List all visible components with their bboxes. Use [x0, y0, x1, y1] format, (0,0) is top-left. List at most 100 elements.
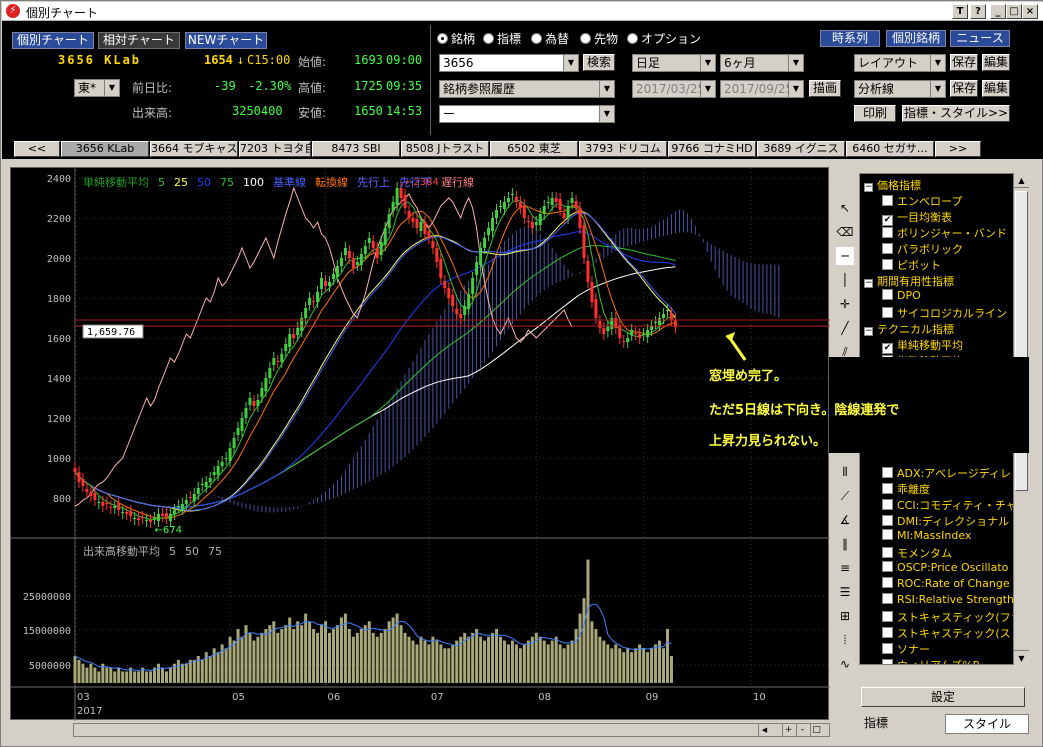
- to-date[interactable]: 2017/09/25 ▼: [720, 80, 804, 98]
- code-input[interactable]: 3656 ▼: [439, 54, 579, 72]
- zoom-out-icon[interactable]: -: [796, 724, 808, 736]
- three-line-tool-icon[interactable]: ≡: [836, 559, 854, 577]
- layout-save-button[interactable]: 保存: [950, 54, 978, 71]
- checkbox-icon[interactable]: [882, 195, 893, 206]
- pointer-icon[interactable]: ↖: [836, 199, 854, 217]
- new-chart-button[interactable]: NEWチャート: [185, 32, 267, 49]
- stock-tab[interactable]: 3689 イグニス: [757, 141, 845, 157]
- checkbox-icon[interactable]: [882, 499, 893, 510]
- tree-group[interactable]: − テクニカル指標: [864, 321, 954, 337]
- stock-tab[interactable]: 6460 セガサ…: [846, 141, 934, 157]
- four-line-tool-icon[interactable]: ☰: [836, 583, 854, 601]
- close-button[interactable]: ×: [1022, 4, 1038, 19]
- checkbox-icon[interactable]: [882, 547, 893, 558]
- tree-item[interactable]: 乖離度: [882, 481, 930, 497]
- indicator-style-button[interactable]: 指標・スタイル>>: [902, 105, 1010, 122]
- checkbox-icon[interactable]: [882, 259, 893, 270]
- stock-tab[interactable]: 3664 モブキャス: [150, 141, 238, 157]
- chart-area[interactable]: 2400 2200 2000 1800 1600 1400 1200 1000 800 25000…: [10, 167, 830, 721]
- vline-tool-icon[interactable]: │: [836, 271, 854, 289]
- tabs-next-button[interactable]: >>: [935, 141, 981, 157]
- layout-edit-button[interactable]: 編集: [982, 54, 1010, 71]
- tree-item[interactable]: ソナー: [882, 641, 930, 657]
- tree-item[interactable]: OSCP:Price Oscillato: [882, 561, 1008, 574]
- history-select[interactable]: 銘柄参照履歴 ▼: [439, 80, 615, 98]
- draw-button[interactable]: 描画: [809, 80, 841, 97]
- parallel-tool-icon[interactable]: ∥: [836, 535, 854, 553]
- hline-tool-icon[interactable]: ─: [836, 247, 854, 265]
- tab-indicator[interactable]: 指標: [861, 714, 891, 734]
- wave-tool-icon[interactable]: ∿: [836, 655, 854, 673]
- tree-item[interactable]: DPO: [882, 289, 921, 302]
- fibonacci-tool-icon[interactable]: ⦀: [836, 463, 854, 481]
- tree-item[interactable]: モメンタム: [882, 545, 952, 561]
- tree-group[interactable]: − 価格指標: [864, 177, 921, 193]
- checkbox-icon[interactable]: [882, 289, 893, 300]
- tree-item[interactable]: ストキャスティック(ファ: [882, 609, 1022, 625]
- checkbox-icon[interactable]: [882, 659, 893, 664]
- tree-item[interactable]: CCI:コモディティ・チャ: [882, 497, 1017, 513]
- eraser-icon[interactable]: ⌫: [836, 223, 854, 241]
- scroll-left-icon[interactable]: ◀: [758, 724, 770, 736]
- checkbox-icon[interactable]: [882, 561, 893, 572]
- chart-hscrollbar[interactable]: ◀ + - □: [73, 723, 830, 737]
- relative-chart-button[interactable]: 相対チャート: [98, 32, 180, 49]
- radio-4[interactable]: オプション: [627, 30, 701, 47]
- range-select[interactable]: 6ヶ月 ▼: [720, 54, 804, 72]
- single-chart-button[interactable]: 個別チャート: [12, 32, 94, 49]
- from-date[interactable]: 2017/03/25 ▼: [632, 80, 716, 98]
- price-chart[interactable]: 2400 2200 2000 1800 1600 1400 1200 1000 800 25000…: [11, 168, 830, 721]
- cross-tool-icon[interactable]: ✛: [836, 295, 854, 313]
- grid-tool-icon[interactable]: ⊞: [836, 607, 854, 625]
- tree-item[interactable]: ウィリアムズ%R: [882, 657, 980, 664]
- tree-item[interactable]: ピボット: [882, 257, 941, 273]
- tree-item[interactable]: ADX:アベレージディレ: [882, 465, 1011, 481]
- stock-tab[interactable]: 3793 ドリコム: [579, 141, 667, 157]
- analysis-edit-button[interactable]: 編集: [982, 80, 1010, 97]
- tree-group[interactable]: − 期間有用性指標: [864, 273, 954, 289]
- collapse-icon[interactable]: −: [864, 327, 873, 336]
- minimize-button[interactable]: _: [990, 4, 1006, 19]
- radio-0[interactable]: 銘柄: [437, 30, 475, 47]
- checkbox-icon[interactable]: [882, 593, 893, 604]
- stock-tab[interactable]: 3656 KLab: [61, 141, 149, 157]
- timeseries-button[interactable]: 時系列: [820, 30, 880, 47]
- checkbox-icon[interactable]: [882, 483, 893, 494]
- news-button[interactable]: ニュース: [950, 30, 1010, 47]
- checkbox-icon[interactable]: [882, 529, 893, 540]
- ray-tool-icon[interactable]: ⟋: [836, 487, 854, 505]
- radio-1[interactable]: 指標: [483, 30, 521, 47]
- title-bar[interactable]: ⚡ 個別チャート T ? _ □ ×: [2, 2, 1043, 21]
- checkbox-icon[interactable]: [882, 227, 893, 238]
- help-button[interactable]: T: [952, 4, 968, 19]
- market-select[interactable]: 東* ▼: [74, 79, 120, 97]
- analysis-select[interactable]: 分析線 ▼: [854, 80, 946, 98]
- collapse-icon[interactable]: −: [864, 183, 873, 192]
- scroll-up-icon[interactable]: ▲: [1014, 173, 1029, 188]
- tree-item[interactable]: ストキャスティック(ス: [882, 625, 1011, 641]
- tab-style[interactable]: スタイル: [945, 714, 1029, 734]
- layout-select[interactable]: レイアウト ▼: [854, 54, 946, 72]
- tree-item[interactable]: パラボリック: [882, 241, 963, 257]
- stock-tab[interactable]: 8473 SBI: [312, 141, 400, 157]
- stock-tab[interactable]: 8508 Jトラスト: [401, 141, 489, 157]
- tree-item[interactable]: RSI:Relative Strength: [882, 593, 1014, 606]
- checkbox-icon[interactable]: [882, 467, 893, 478]
- scroll-down-icon[interactable]: ▼: [1014, 650, 1029, 665]
- zoom-reset-icon[interactable]: □: [810, 724, 822, 736]
- radio-3[interactable]: 先物: [580, 30, 618, 47]
- individual-stock-button[interactable]: 個別銘柄: [886, 30, 946, 47]
- tree-item[interactable]: サイコロジカルライン: [882, 305, 1007, 321]
- analysis-save-button[interactable]: 保存: [950, 80, 978, 97]
- collapse-icon[interactable]: −: [864, 279, 873, 288]
- tree-item[interactable]: ✔ 一目均衡表: [882, 209, 952, 226]
- zoom-in-icon[interactable]: +: [782, 724, 794, 736]
- stock-tab[interactable]: 6502 東芝: [490, 141, 578, 157]
- gann-tool-icon[interactable]: ∡: [836, 511, 854, 529]
- checkbox-icon[interactable]: [882, 643, 893, 654]
- radio-2[interactable]: 為替: [531, 30, 569, 47]
- checkbox-icon[interactable]: [882, 611, 893, 622]
- checkbox-icon[interactable]: [882, 577, 893, 588]
- stock-tab[interactable]: 7203 トヨタ自: [239, 141, 311, 157]
- interval-select[interactable]: 日足 ▼: [632, 54, 716, 72]
